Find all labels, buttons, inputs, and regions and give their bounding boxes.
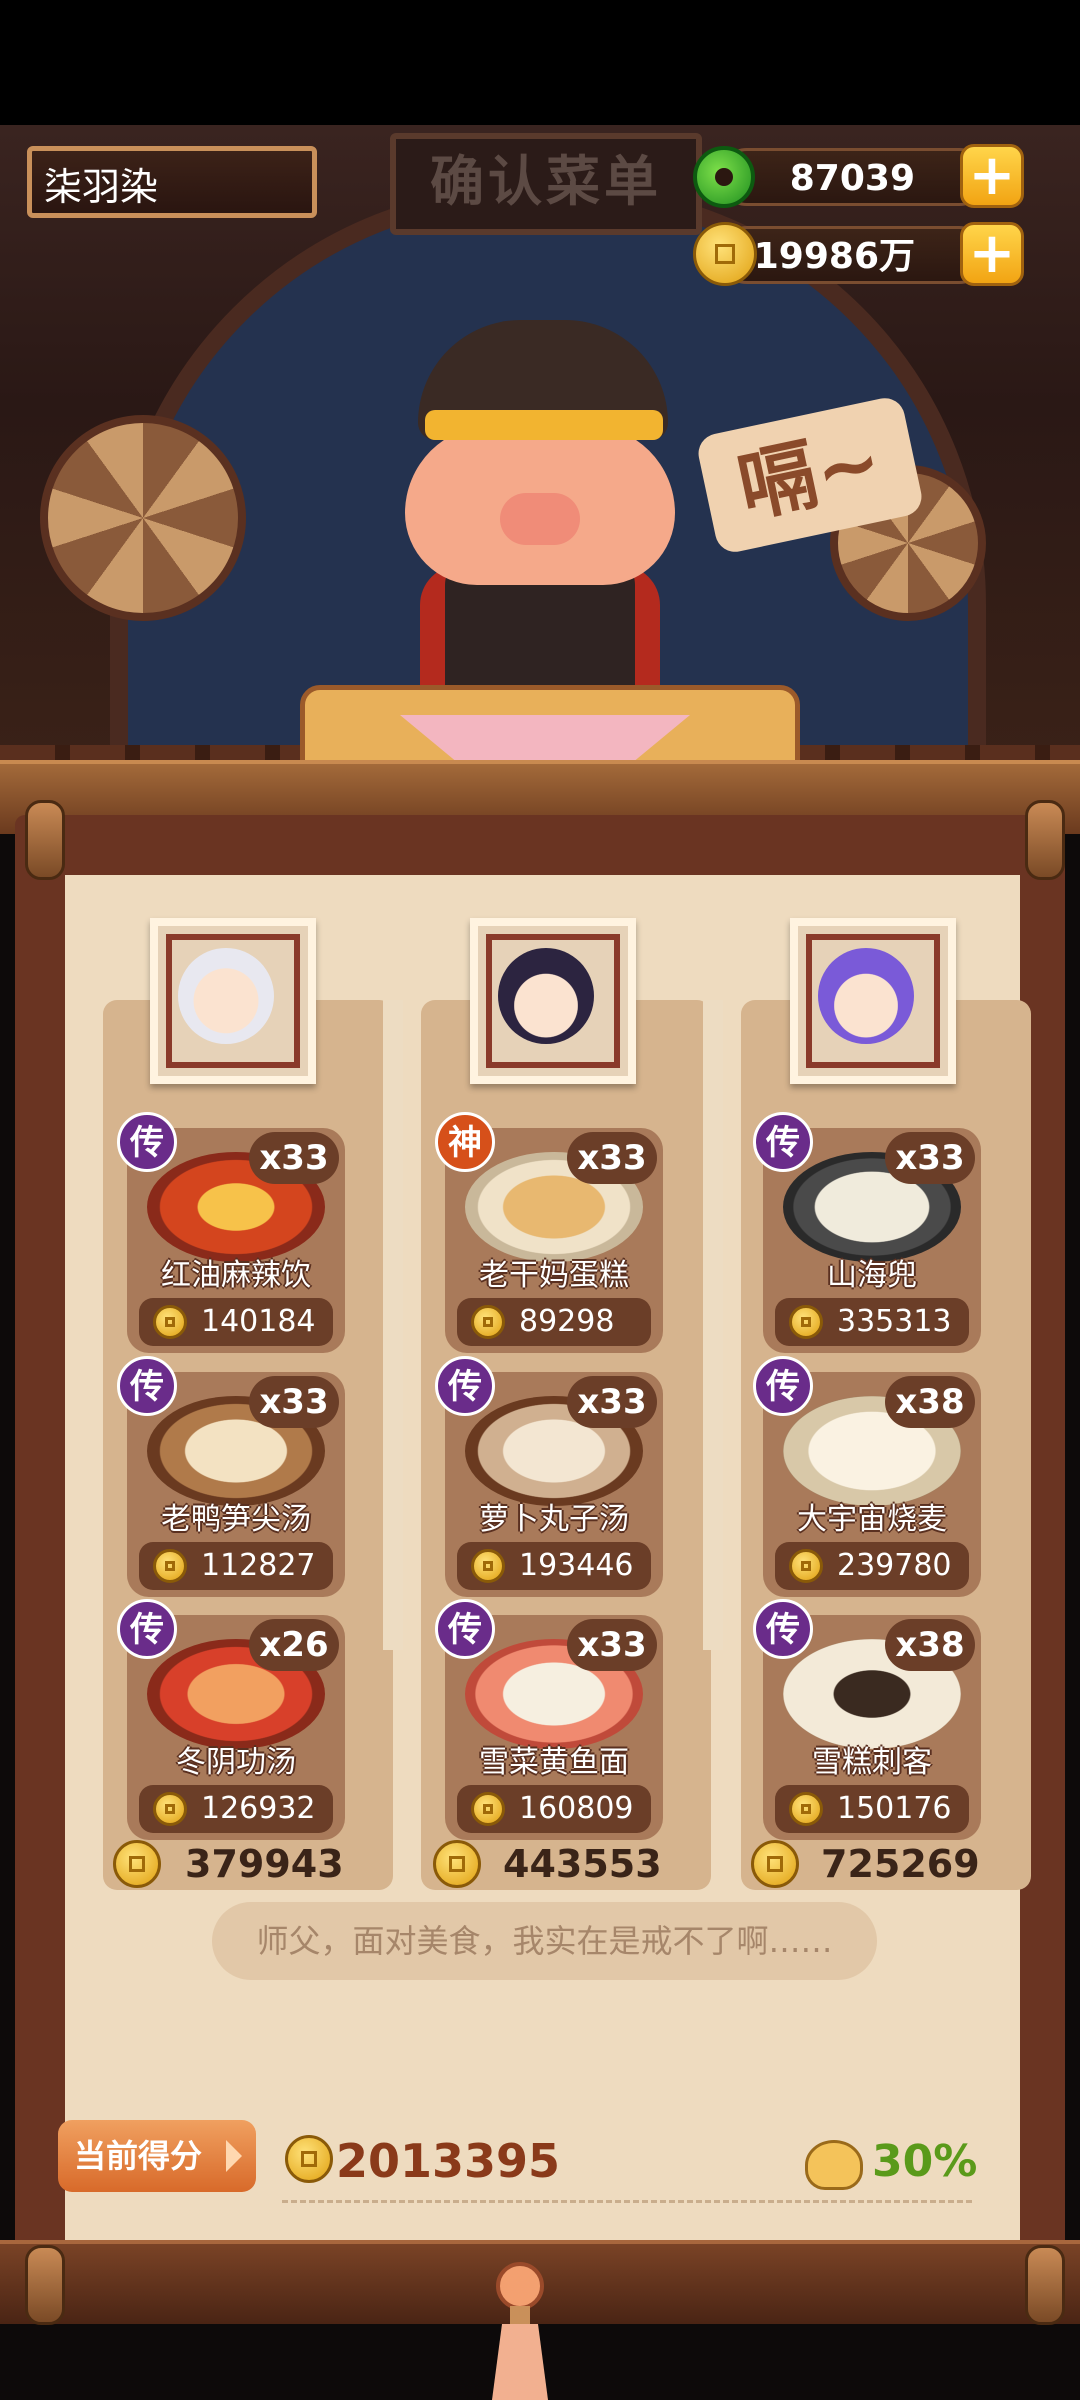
chef-portrait-3[interactable]	[790, 918, 956, 1084]
add-jade-button[interactable]: +	[960, 144, 1024, 208]
dish-quantity: x33	[249, 1376, 339, 1428]
coin-icon	[153, 1792, 187, 1826]
dish-quantity: x33	[885, 1132, 975, 1184]
dish-price-bar: 193446	[457, 1542, 651, 1590]
dish-quantity: x33	[567, 1132, 657, 1184]
dish-name: 冬阴功汤	[176, 1745, 296, 1780]
rarity-badge: 传	[435, 1599, 495, 1659]
chef-total: 443553	[503, 1842, 662, 1886]
coin-icon	[789, 1305, 823, 1339]
dish-name: 红油麻辣饮	[161, 1258, 311, 1293]
chef-portrait-2[interactable]	[470, 918, 636, 1084]
rarity-badge: 传	[435, 1356, 495, 1416]
bun-bonus-icon	[805, 2140, 863, 2190]
dish-name: 雪糕刺客	[812, 1745, 932, 1780]
rarity-badge: 传	[753, 1599, 813, 1659]
jade-icon	[693, 146, 755, 208]
dish-price-bar: 335313	[775, 1298, 969, 1346]
dish-price: 140184	[201, 1304, 316, 1339]
coin-icon	[471, 1792, 505, 1826]
coin-icon	[153, 1305, 187, 1339]
dish-price-bar: 239780	[775, 1542, 969, 1590]
dish-price: 89298	[519, 1304, 615, 1339]
scroll-knob-right	[1025, 2245, 1065, 2325]
column-divider	[703, 1000, 723, 1650]
rarity-badge: 传	[753, 1112, 813, 1172]
dish-quantity: x33	[567, 1619, 657, 1671]
menu-signboard: 确认菜单	[390, 133, 702, 235]
dish-quantity: x26	[249, 1619, 339, 1671]
rarity-badge: 传	[117, 1599, 177, 1659]
scroll-knob-left	[25, 800, 65, 880]
pig-snout	[500, 493, 580, 545]
coin-icon	[433, 1840, 481, 1888]
dish-price-bar: 150176	[775, 1785, 969, 1833]
pig-headband	[425, 410, 663, 440]
coin-icon	[285, 2135, 333, 2183]
chef-portrait-1[interactable]	[150, 918, 316, 1084]
dish-name: 萝卜丸子汤	[479, 1502, 629, 1537]
dish-quantity: x38	[885, 1619, 975, 1671]
coin-icon	[113, 1840, 161, 1888]
dialogue-quote: 师父，面对美食，我实在是戒不了啊……	[212, 1902, 877, 1980]
current-score-button[interactable]: 当前得分	[58, 2120, 256, 2192]
dish-price: 112827	[201, 1548, 316, 1583]
dish-name: 雪菜黄鱼面	[479, 1745, 629, 1780]
dish-price: 335313	[837, 1304, 952, 1339]
coin-icon	[471, 1305, 505, 1339]
dish-name: 大宇宙烧麦	[797, 1502, 947, 1537]
coin-icon	[789, 1549, 823, 1583]
dish-price: 150176	[837, 1791, 952, 1826]
dish-name: 老鸭笋尖汤	[161, 1502, 311, 1537]
rarity-badge: 传	[117, 1356, 177, 1416]
coin-counter: 119986万	[718, 226, 988, 284]
dish-price-bar: 160809	[457, 1785, 651, 1833]
jade-amount: 87039	[789, 158, 915, 199]
chef-total: 725269	[821, 1842, 980, 1886]
coin-icon	[471, 1549, 505, 1583]
dish-quantity: x33	[567, 1376, 657, 1428]
dish-name: 老干妈蛋糕	[479, 1258, 629, 1293]
left-fan-icon	[40, 415, 246, 621]
scroll-knob-right	[1025, 800, 1065, 880]
coin-icon	[693, 222, 757, 286]
coin-icon	[153, 1549, 187, 1583]
dish-quantity: x38	[885, 1376, 975, 1428]
dish-price: 239780	[837, 1548, 952, 1583]
current-score-label: 当前得分	[74, 2137, 203, 2175]
status-bar	[0, 0, 1080, 125]
dish-price: 126932	[201, 1791, 316, 1826]
dish-price-bar: 89298	[457, 1298, 651, 1346]
scroll-knob-left	[25, 2245, 65, 2325]
column-divider	[383, 1000, 403, 1650]
chef-total: 379943	[185, 1842, 344, 1886]
jade-counter: 87039	[718, 148, 988, 206]
dish-price: 193446	[519, 1548, 634, 1583]
score-divider	[282, 2200, 972, 2203]
coin-icon	[751, 1840, 799, 1888]
dish-price-bar: 112827	[139, 1542, 333, 1590]
dish-price-bar: 126932	[139, 1785, 333, 1833]
rarity-badge: 神	[435, 1112, 495, 1172]
tassel-ornament-icon	[492, 2262, 548, 2400]
rarity-badge: 传	[117, 1112, 177, 1172]
player-name: 柒羽染	[27, 146, 317, 218]
dish-price-bar: 140184	[139, 1298, 333, 1346]
dish-quantity: x33	[249, 1132, 339, 1184]
dish-price: 160809	[519, 1791, 634, 1826]
arrow-right-icon	[226, 2140, 242, 2172]
dish-name: 山海兜	[827, 1258, 917, 1293]
bonus-percent: 30%	[872, 2136, 978, 2187]
coin-icon	[789, 1792, 823, 1826]
rarity-badge: 传	[753, 1356, 813, 1416]
add-coin-button[interactable]: +	[960, 222, 1024, 286]
current-score-value: 2013395	[336, 2134, 561, 2188]
